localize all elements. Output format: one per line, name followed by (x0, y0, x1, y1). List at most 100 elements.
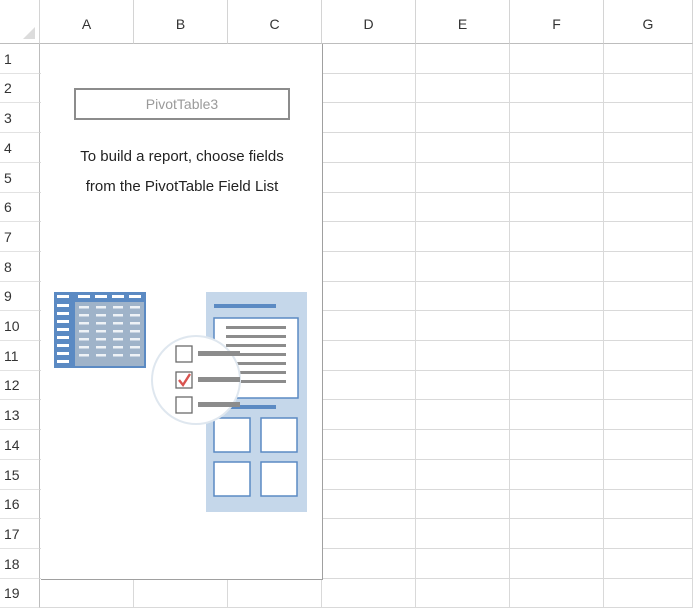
row-header-10[interactable]: 10 (0, 311, 40, 341)
cell-f16[interactable] (510, 490, 604, 519)
cell-e18[interactable] (416, 549, 510, 579)
cell-f12[interactable] (510, 371, 604, 400)
cell-g8[interactable] (604, 252, 693, 282)
cell-g16[interactable] (604, 490, 693, 519)
cell-d16[interactable] (322, 490, 416, 519)
cell-f14[interactable] (510, 430, 604, 460)
cell-d4[interactable] (322, 133, 416, 163)
row-header-14[interactable]: 14 (0, 430, 40, 460)
cell-a19[interactable] (40, 579, 134, 608)
cell-e5[interactable] (416, 163, 510, 193)
row-header-3[interactable]: 3 (0, 103, 40, 133)
cell-g17[interactable] (604, 519, 693, 549)
cell-g5[interactable] (604, 163, 693, 193)
cell-d1[interactable] (322, 44, 416, 74)
cell-d15[interactable] (322, 460, 416, 490)
cell-d18[interactable] (322, 549, 416, 579)
cell-g14[interactable] (604, 430, 693, 460)
cell-f6[interactable] (510, 193, 604, 222)
cell-g6[interactable] (604, 193, 693, 222)
cell-g9[interactable] (604, 282, 693, 311)
cell-d3[interactable] (322, 103, 416, 133)
cell-b19[interactable] (134, 579, 228, 608)
cell-f2[interactable] (510, 74, 604, 103)
cell-c19[interactable] (228, 579, 322, 608)
cell-f15[interactable] (510, 460, 604, 490)
cell-d11[interactable] (322, 341, 416, 371)
cell-f9[interactable] (510, 282, 604, 311)
cell-e3[interactable] (416, 103, 510, 133)
cell-d2[interactable] (322, 74, 416, 103)
cell-e11[interactable] (416, 341, 510, 371)
row-header-13[interactable]: 13 (0, 400, 40, 430)
cell-d19[interactable] (322, 579, 416, 608)
cell-e19[interactable] (416, 579, 510, 608)
cell-e13[interactable] (416, 400, 510, 430)
cell-e1[interactable] (416, 44, 510, 74)
cell-f1[interactable] (510, 44, 604, 74)
cell-f5[interactable] (510, 163, 604, 193)
cell-f17[interactable] (510, 519, 604, 549)
cell-e15[interactable] (416, 460, 510, 490)
cell-e7[interactable] (416, 222, 510, 252)
cell-e12[interactable] (416, 371, 510, 400)
cell-f18[interactable] (510, 549, 604, 579)
cell-f13[interactable] (510, 400, 604, 430)
row-header-1[interactable]: 1 (0, 44, 40, 74)
row-header-2[interactable]: 2 (0, 74, 40, 103)
cell-e14[interactable] (416, 430, 510, 460)
row-header-17[interactable]: 17 (0, 519, 40, 549)
cell-e4[interactable] (416, 133, 510, 163)
spreadsheet-grid[interactable]: A B C D E F G 1 2 3 4 5 6 7 8 9 10 11 12 13 14 15 16 17 1… (0, 0, 693, 612)
row-header-7[interactable]: 7 (0, 222, 40, 252)
cell-g13[interactable] (604, 400, 693, 430)
select-all-corner[interactable] (0, 0, 40, 44)
row-header-18[interactable]: 18 (0, 549, 40, 579)
cell-g19[interactable] (604, 579, 693, 608)
cell-g11[interactable] (604, 341, 693, 371)
cell-f7[interactable] (510, 222, 604, 252)
cell-e10[interactable] (416, 311, 510, 341)
cell-e2[interactable] (416, 74, 510, 103)
cell-d17[interactable] (322, 519, 416, 549)
cell-g12[interactable] (604, 371, 693, 400)
cell-e16[interactable] (416, 490, 510, 519)
cell-g10[interactable] (604, 311, 693, 341)
row-header-8[interactable]: 8 (0, 252, 40, 282)
cell-g18[interactable] (604, 549, 693, 579)
cell-g2[interactable] (604, 74, 693, 103)
cell-g7[interactable] (604, 222, 693, 252)
row-header-9[interactable]: 9 (0, 282, 40, 311)
cell-d14[interactable] (322, 430, 416, 460)
column-header-c[interactable]: C (228, 0, 322, 44)
cell-e6[interactable] (416, 193, 510, 222)
column-header-f[interactable]: F (510, 0, 604, 44)
cell-f11[interactable] (510, 341, 604, 371)
cell-g3[interactable] (604, 103, 693, 133)
cell-g15[interactable] (604, 460, 693, 490)
row-header-15[interactable]: 15 (0, 460, 40, 490)
row-header-11[interactable]: 11 (0, 341, 40, 371)
column-header-b[interactable]: B (134, 0, 228, 44)
cell-d9[interactable] (322, 282, 416, 311)
cell-d8[interactable] (322, 252, 416, 282)
cell-f10[interactable] (510, 311, 604, 341)
cell-e17[interactable] (416, 519, 510, 549)
cell-d13[interactable] (322, 400, 416, 430)
row-header-19[interactable]: 19 (0, 579, 40, 608)
column-header-g[interactable]: G (604, 0, 693, 44)
cell-e8[interactable] (416, 252, 510, 282)
row-header-5[interactable]: 5 (0, 163, 40, 193)
column-header-a[interactable]: A (40, 0, 134, 44)
cell-d7[interactable] (322, 222, 416, 252)
cell-d5[interactable] (322, 163, 416, 193)
cell-f3[interactable] (510, 103, 604, 133)
cell-g1[interactable] (604, 44, 693, 74)
column-header-e[interactable]: E (416, 0, 510, 44)
cell-d6[interactable] (322, 193, 416, 222)
cell-f19[interactable] (510, 579, 604, 608)
row-header-4[interactable]: 4 (0, 133, 40, 163)
cell-f4[interactable] (510, 133, 604, 163)
pivot-table-name-box[interactable]: PivotTable3 (74, 88, 290, 120)
row-header-6[interactable]: 6 (0, 193, 40, 222)
